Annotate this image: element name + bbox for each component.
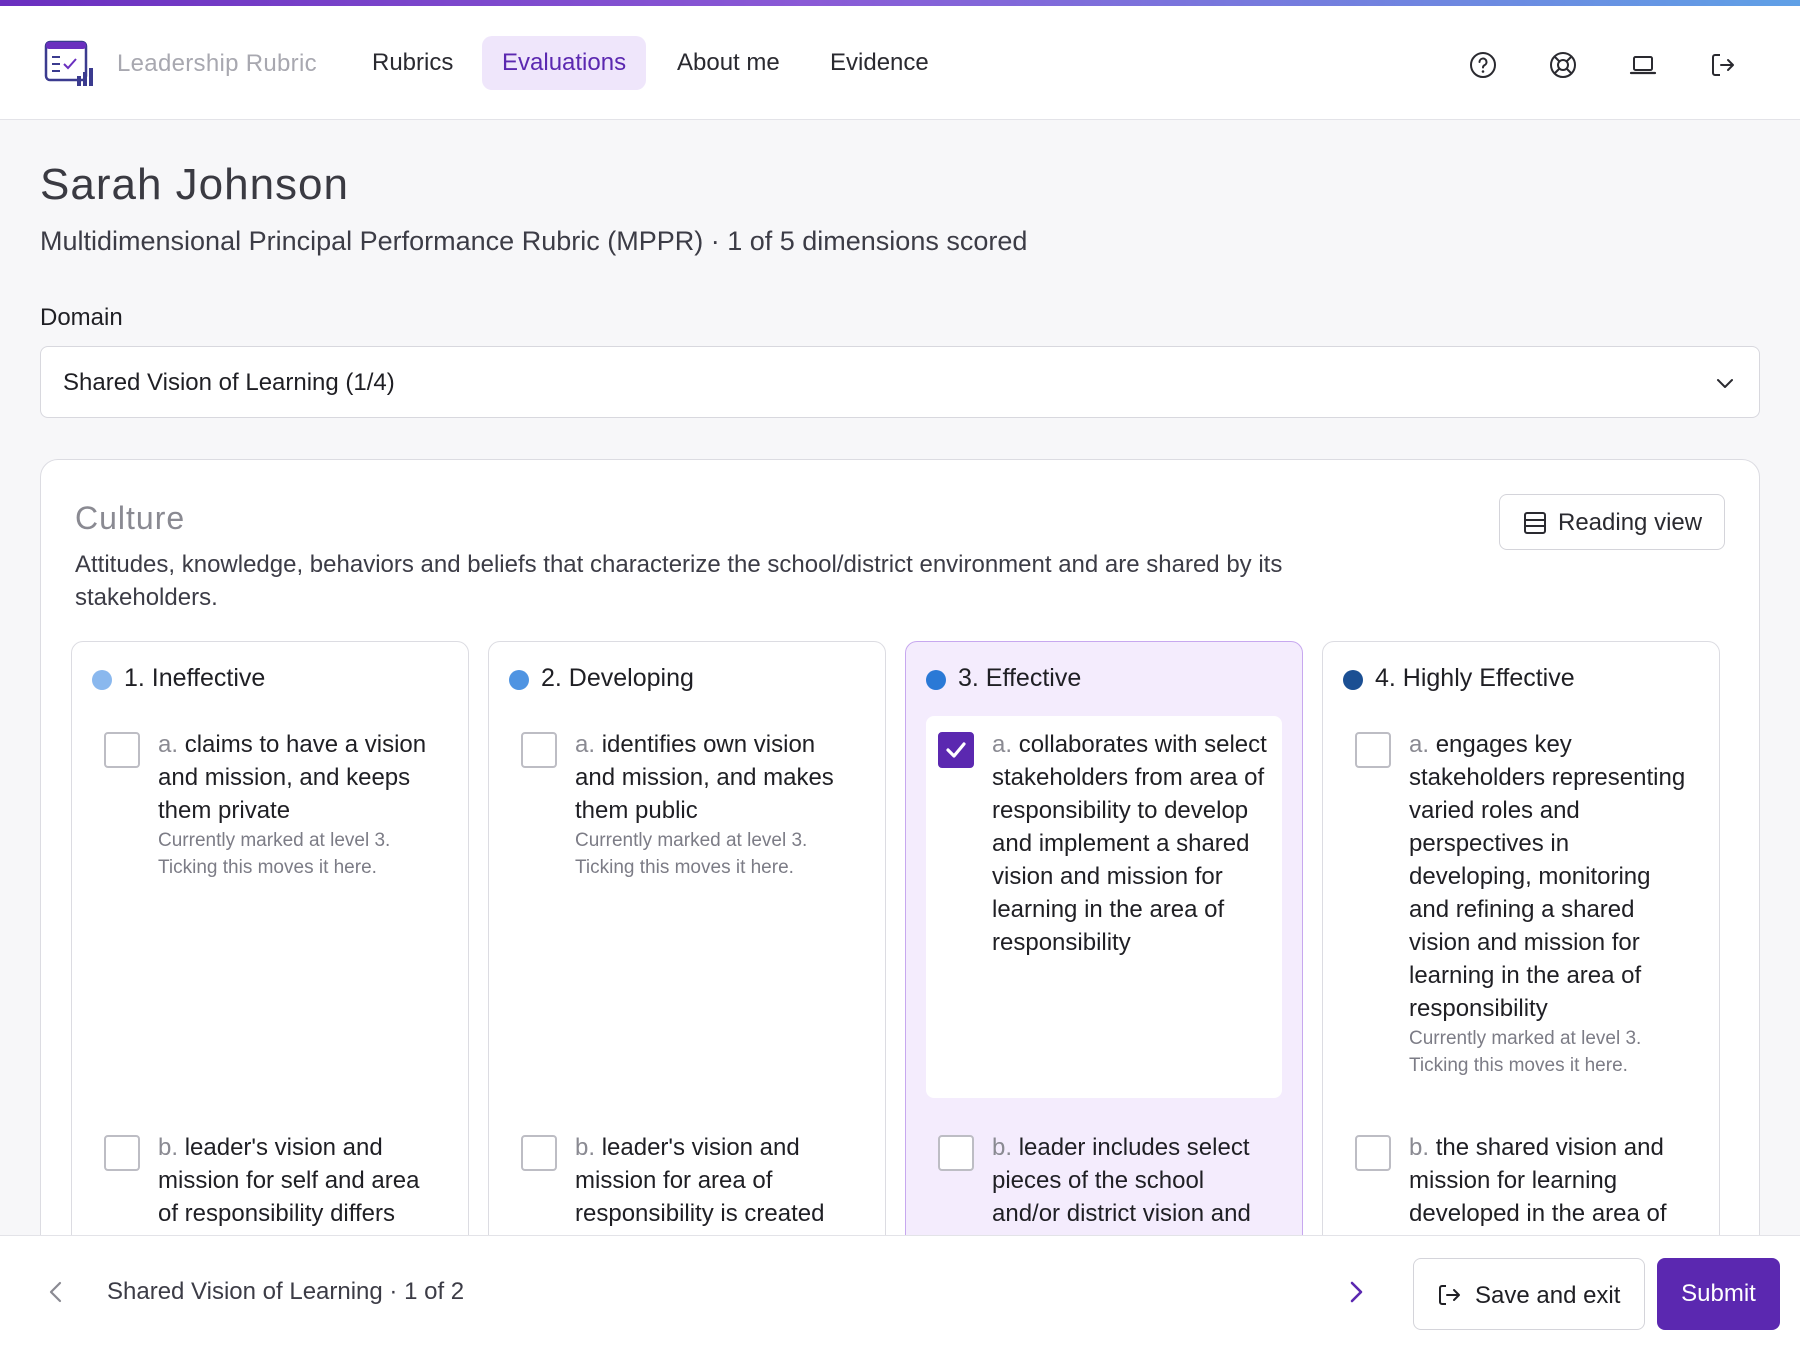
chevron-right-icon[interactable] bbox=[1342, 1278, 1370, 1306]
list-item: b. leader includes select pieces of the … bbox=[926, 1119, 1282, 1239]
domain-select[interactable]: Shared Vision of Learning (1/4) bbox=[40, 346, 1760, 418]
header: Leadership Rubric Rubrics Evaluations Ab… bbox=[0, 6, 1800, 120]
footer-progress-label: Shared Vision of Learning · 1 of 2 bbox=[107, 1278, 465, 1305]
nav-evidence[interactable]: Evidence bbox=[810, 36, 949, 90]
page-title: Sarah Johnson bbox=[40, 160, 349, 209]
submit-button[interactable]: Submit bbox=[1657, 1258, 1780, 1330]
level-dot bbox=[1343, 670, 1363, 690]
domain-label: Domain bbox=[40, 304, 123, 331]
level-dot bbox=[509, 670, 529, 690]
list-item: b. leader's vision and mission for self … bbox=[92, 1119, 448, 1239]
level-dot bbox=[92, 670, 112, 690]
level-dot bbox=[926, 670, 946, 690]
list-item: a. collaborates with select stakeholders… bbox=[926, 716, 1282, 1098]
level-note: Currently marked at level 3. Ticking this… bbox=[575, 830, 808, 878]
nav-rubrics[interactable]: Rubrics bbox=[352, 36, 473, 90]
logout-icon[interactable] bbox=[1708, 50, 1738, 80]
list-item: a. identifies own vision and mission, an… bbox=[509, 716, 865, 896]
indicator-checkbox[interactable] bbox=[938, 1135, 974, 1171]
dimension-description: Attitudes, knowledge, behaviors and beli… bbox=[75, 551, 1283, 611]
indicator-checkbox-checked[interactable] bbox=[938, 732, 974, 768]
laptop-icon[interactable] bbox=[1628, 50, 1658, 80]
check-icon bbox=[946, 742, 966, 758]
indicator-checkbox[interactable] bbox=[1355, 732, 1391, 768]
reading-view-button[interactable]: Reading view bbox=[1499, 494, 1725, 550]
dimension-card: Culture Attitudes, knowledge, behaviors … bbox=[40, 459, 1760, 1350]
page-subtitle: Multidimensional Principal Performance R… bbox=[40, 226, 1028, 256]
dimension-title: Culture bbox=[75, 500, 186, 536]
nav-evaluations[interactable]: Evaluations bbox=[482, 36, 647, 90]
domain-selected-value: Shared Vision of Learning (1/4) bbox=[63, 369, 395, 396]
logo-icon[interactable] bbox=[44, 38, 96, 88]
level-note: Currently marked at level 3. Ticking this… bbox=[1409, 1028, 1642, 1076]
level-note: Currently marked at level 3. Ticking this… bbox=[158, 830, 391, 878]
list-item: b. leader's vision and mission for area … bbox=[509, 1119, 865, 1239]
indicator-checkbox[interactable] bbox=[521, 1135, 557, 1171]
list-item: a. claims to have a vision and mission, … bbox=[92, 716, 448, 896]
exit-icon bbox=[1436, 1282, 1462, 1308]
reading-view-label: Reading view bbox=[1558, 509, 1703, 536]
indicator-checkbox[interactable] bbox=[104, 1135, 140, 1171]
footer-bar: Shared Vision of Learning · 1 of 2 Save … bbox=[0, 1235, 1800, 1350]
list-item: b. the shared vision and mission for lea… bbox=[1343, 1119, 1699, 1239]
list-item: a. engages key stakeholders representing… bbox=[1343, 716, 1699, 1096]
indicator-checkbox[interactable] bbox=[104, 732, 140, 768]
save-and-exit-button[interactable]: Save and exit bbox=[1413, 1258, 1645, 1330]
chevron-left-icon[interactable] bbox=[42, 1278, 70, 1306]
help-icon[interactable] bbox=[1468, 50, 1498, 80]
support-icon[interactable] bbox=[1548, 50, 1578, 80]
indicator-checkbox[interactable] bbox=[521, 732, 557, 768]
brand-name[interactable]: Leadership Rubric bbox=[117, 50, 317, 78]
nav-about-me[interactable]: About me bbox=[657, 36, 800, 90]
chevron-down-icon bbox=[1713, 371, 1737, 395]
indicator-checkbox[interactable] bbox=[1355, 1135, 1391, 1171]
reading-view-icon bbox=[1522, 510, 1548, 536]
